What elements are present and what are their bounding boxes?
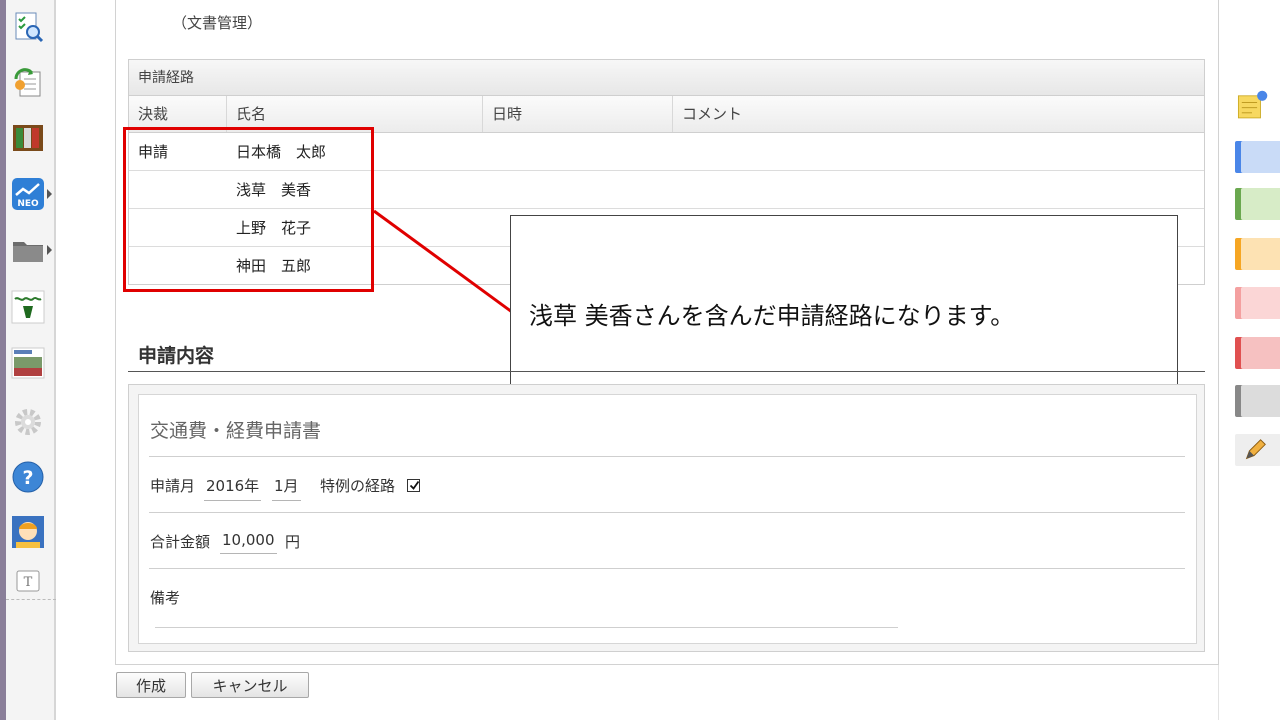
- help-icon[interactable]: ?: [11, 460, 45, 494]
- row-comment: [673, 171, 1204, 208]
- support-operator-icon[interactable]: [11, 515, 45, 549]
- month-label: 申請月: [150, 477, 196, 495]
- news-image-icon[interactable]: [11, 346, 45, 380]
- special-route-checkbox[interactable]: [407, 479, 420, 492]
- row-comment: [673, 133, 1204, 170]
- cancel-button[interactable]: キャンセル: [191, 672, 309, 698]
- row-datetime: [483, 171, 673, 208]
- col-datetime: 日時: [483, 96, 673, 132]
- left-dock: NEO ? T: [0, 0, 56, 720]
- cut-off-heading: [164, 0, 864, 4]
- application-form: 交通費・経費申請書 申請月 2016年 1月 特例の経路 合計金額 10,000…: [138, 394, 1197, 644]
- dock-edge: [0, 0, 6, 720]
- application-form-frame: 交通費・経費申請書 申請月 2016年 1月 特例の経路 合計金額 10,000…: [128, 384, 1205, 652]
- dock-separator: [6, 599, 56, 600]
- total-unit: 円: [285, 533, 301, 551]
- year-field[interactable]: 2016年: [204, 475, 262, 501]
- rail-tab-blue[interactable]: [1227, 139, 1280, 175]
- sticky-note-icon[interactable]: [1227, 88, 1280, 124]
- rail-tab-gray[interactable]: [1227, 383, 1280, 419]
- remarks-underline: [155, 627, 898, 628]
- svg-text:NEO: NEO: [17, 199, 39, 209]
- tanomeru-icon[interactable]: [11, 290, 45, 324]
- checkmark-icon: [409, 480, 420, 490]
- rail-tab-orange[interactable]: [1227, 236, 1280, 272]
- folder-icon[interactable]: [11, 233, 45, 267]
- category-label: （文書管理）: [172, 14, 263, 32]
- rail-tab-green[interactable]: [1227, 186, 1280, 222]
- section-divider: [128, 371, 1205, 372]
- pencil-icon[interactable]: [1227, 432, 1280, 468]
- form-divider: [149, 568, 1185, 569]
- create-button[interactable]: 作成: [116, 672, 186, 698]
- rail-tab-pink[interactable]: [1227, 285, 1280, 321]
- month-field[interactable]: 1月: [272, 475, 301, 501]
- form-title: 交通費・経費申請書: [150, 420, 322, 442]
- folder-expand-arrow-icon[interactable]: [47, 245, 52, 255]
- remarks-label: 備考: [150, 589, 181, 607]
- highlight-box: [123, 127, 374, 292]
- callout-text: 浅草 美香さんを含んだ申請経路になります。: [529, 302, 1015, 330]
- neo-expand-arrow-icon[interactable]: [47, 189, 52, 199]
- total-amount-field[interactable]: 10,000: [220, 531, 277, 554]
- special-route-label: 特例の経路: [320, 477, 396, 495]
- checklist-search-icon[interactable]: [11, 10, 45, 44]
- col-comment: コメント: [682, 105, 743, 123]
- section-title: 申請内容: [138, 345, 215, 367]
- form-divider: [149, 456, 1185, 457]
- cut-off-text: [164, 0, 864, 4]
- text-tool-icon[interactable]: T: [16, 570, 40, 592]
- route-table-title: 申請経路: [129, 60, 1204, 96]
- neo-chart-icon[interactable]: NEO: [11, 177, 45, 211]
- settings-gear-icon[interactable]: [11, 405, 45, 439]
- binders-icon[interactable]: [11, 121, 45, 155]
- document-refresh-icon[interactable]: [11, 65, 45, 99]
- row-datetime: [483, 133, 673, 170]
- svg-text:?: ?: [22, 467, 33, 489]
- total-label: 合計金額: [150, 533, 211, 551]
- rail-tab-red[interactable]: [1227, 335, 1280, 371]
- form-divider: [149, 512, 1185, 513]
- right-rail: [1218, 0, 1280, 720]
- svg-text:T: T: [24, 575, 33, 590]
